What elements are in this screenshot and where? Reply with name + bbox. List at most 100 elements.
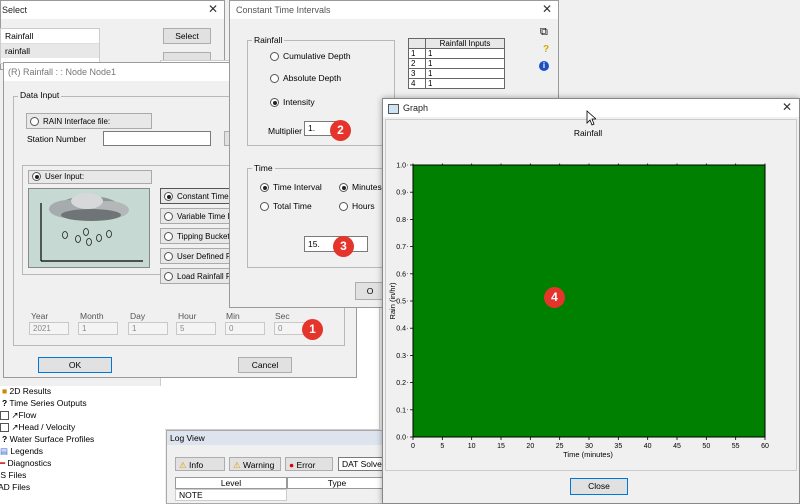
y-tick-label: 0.0 [396, 435, 406, 442]
option-variable-time[interactable]: Variable Time In [160, 208, 240, 224]
step-badge-3: 3 [333, 236, 354, 257]
checkbox[interactable] [0, 411, 9, 421]
option-tipping-bucket[interactable]: Tipping Bucket G [160, 228, 240, 244]
total-time-radio[interactable]: Total Time [260, 201, 312, 212]
month-label: Month [80, 311, 104, 321]
data-input-label: Data Input [18, 90, 62, 100]
log-title: Log View [167, 431, 387, 445]
copy-icon[interactable]: ⧉ [540, 26, 548, 39]
hour-field[interactable]: 5 [176, 322, 216, 335]
radio-icon [339, 183, 348, 193]
graph-title: Graph [403, 103, 429, 113]
option-user-defined[interactable]: User Defined Ra [160, 248, 240, 264]
x-tick-label: 45 [673, 443, 681, 450]
log-header-level[interactable]: Level [175, 477, 287, 489]
right-toolbar: ⧉ ? i [535, 20, 557, 110]
list-item[interactable]: rainfall [1, 44, 99, 58]
x-tick-label: 0 [411, 443, 415, 450]
select-button[interactable]: Select [163, 28, 211, 44]
chart-icon: ↗ [11, 422, 19, 432]
graph-close-button[interactable]: Close [570, 478, 628, 495]
tree-item[interactable]: ↗Head / Velocity [0, 422, 75, 433]
close-icon[interactable]: ✕ [208, 1, 218, 18]
x-tick-label: 40 [644, 443, 652, 450]
min-field[interactable]: 0 [225, 322, 265, 335]
sidebar-tree: ■ 2D Results ? Time Series Outputs ↗Flow… [0, 386, 165, 504]
intensity-radio[interactable]: Intensity [270, 97, 315, 108]
tree-item[interactable]: ↗Flow [0, 410, 36, 421]
log-source-dropdown[interactable]: DAT Solve [338, 457, 386, 471]
user-input-radio[interactable]: User Input: [28, 170, 152, 184]
day-label: Day [130, 311, 146, 321]
question-icon: ? [2, 434, 8, 444]
checkbox[interactable] [0, 423, 9, 433]
tree-item[interactable]: ? Water Surface Profiles [2, 434, 94, 445]
close-icon[interactable]: ✕ [542, 1, 552, 18]
rainfall-chart: Rainfall Time (minutes) Rain (in/hr) 051… [388, 128, 769, 459]
close-icon[interactable]: ✕ [782, 99, 792, 116]
day-field[interactable]: 1 [128, 322, 168, 335]
year-field[interactable]: 2021 [29, 322, 69, 335]
rain-cloud-icon [40, 193, 143, 262]
radio-icon [270, 98, 279, 108]
tree-item[interactable]: ? Time Series Outputs [2, 398, 87, 409]
select-list: Rainfall rainfall [0, 28, 100, 64]
absolute-radio[interactable]: Absolute Depth [270, 73, 341, 84]
time-interval-radio[interactable]: Time Interval [260, 182, 322, 193]
y-tick-label: 0.2 [396, 380, 406, 387]
y-tick-label: 1.0 [396, 163, 406, 170]
warning-filter-button[interactable]: ⚠ Warning [229, 457, 281, 471]
table-header: Rainfall Inputs [425, 38, 505, 49]
step-badge-2: 2 [330, 120, 351, 141]
minutes-radio[interactable]: Minutes [339, 182, 382, 193]
y-tick-label: 0.8 [396, 217, 406, 224]
y-tick-label: 0.5 [396, 299, 406, 306]
table-row[interactable]: 21 [408, 58, 505, 69]
step-badge-1: 1 [302, 319, 323, 340]
rain-file-radio[interactable]: RAIN Interface file: [26, 113, 152, 129]
rainfall-table: Rainfall Inputs 11 21 31 41 [408, 38, 505, 89]
chart-title: Rainfall [574, 128, 602, 138]
month-field[interactable]: 1 [78, 322, 118, 335]
info-filter-button[interactable]: ⚠ Info [175, 457, 225, 471]
hours-radio[interactable]: Hours [339, 201, 375, 212]
tree-item[interactable]: IS Files [0, 470, 26, 481]
time-group-label: Time [252, 163, 275, 173]
year-label: Year [31, 311, 49, 321]
tree-item[interactable]: ━ Diagnostics [0, 458, 51, 469]
station-label: Station Number [27, 134, 87, 144]
x-tick-label: 25 [556, 443, 564, 450]
tree-item[interactable]: ▤ Legends [0, 446, 43, 457]
error-filter-button[interactable]: ● Error [285, 457, 333, 471]
info-icon[interactable]: i [539, 61, 549, 71]
radio-icon [339, 202, 348, 212]
graph-window: Graph ✕ Rainfall Time (minutes) Rain (in… [382, 98, 800, 504]
tree-item[interactable]: AD Files [0, 482, 30, 493]
log-view: Log View ⚠ Info ⚠ Warning ● Error DAT So… [166, 430, 387, 504]
table-row[interactable]: 11 [408, 48, 505, 59]
table-row[interactable]: 41 [408, 78, 505, 89]
x-tick-label: 15 [497, 443, 505, 450]
tree-item[interactable]: ■ 2D Results [2, 386, 51, 397]
option-constant-time[interactable]: Constant Time I [160, 188, 240, 204]
option-load-file[interactable]: Load Rainfall File [160, 268, 240, 284]
y-tick-label: 0.1 [396, 407, 406, 414]
cti-ok-button[interactable]: O [355, 282, 385, 300]
ok-button[interactable]: OK [38, 357, 112, 373]
radio-icon [32, 172, 41, 182]
table-row[interactable]: 31 [408, 68, 505, 79]
x-tick-label: 30 [585, 443, 593, 450]
radio-icon [260, 183, 269, 193]
select-title: Select [1, 1, 224, 19]
list-item[interactable]: Rainfall [1, 29, 99, 44]
station-number-field[interactable] [103, 131, 211, 146]
log-header-type[interactable]: Type [287, 477, 387, 489]
rain-illustration [28, 188, 150, 268]
cumulative-radio[interactable]: Cumulative Depth [270, 51, 351, 62]
cti-title: Constant Time Intervals [230, 1, 558, 19]
rainfall-group-label: Rainfall [252, 35, 285, 45]
help-icon[interactable]: ? [543, 44, 549, 55]
cancel-button[interactable]: Cancel [238, 357, 292, 373]
graph-window-icon [388, 104, 399, 114]
x-tick-label: 20 [526, 443, 534, 450]
